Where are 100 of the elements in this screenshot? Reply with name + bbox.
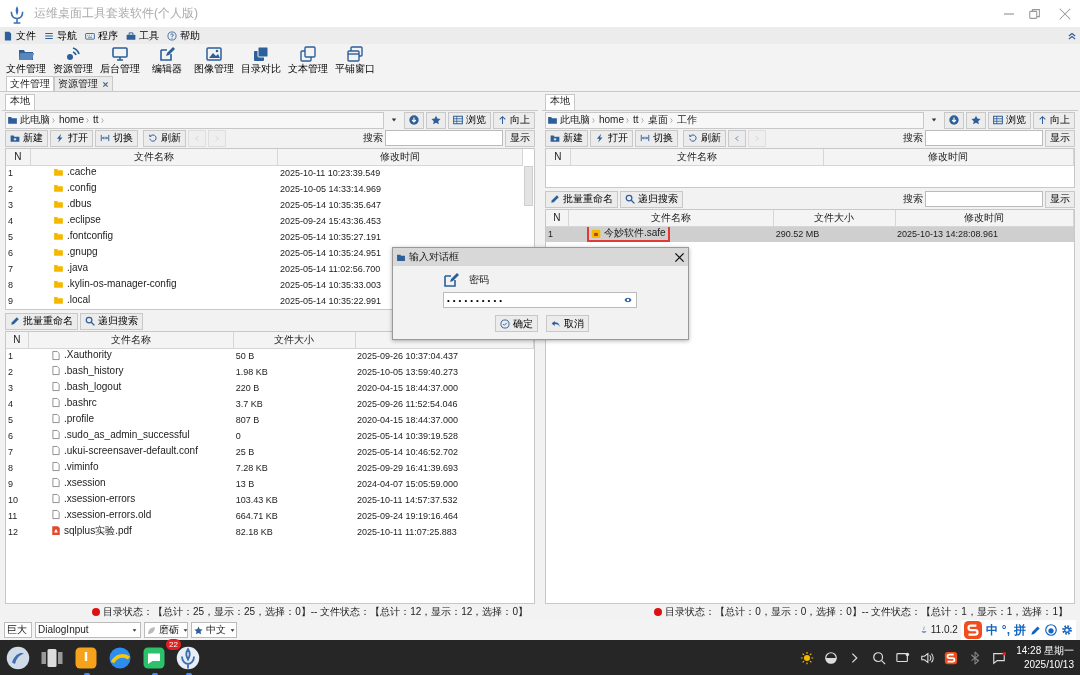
document-tab[interactable]: 资源管理 bbox=[54, 76, 113, 91]
toolbar-button[interactable]: 图像管理 bbox=[191, 44, 237, 76]
ime-indicator[interactable]: 拼 bbox=[1014, 622, 1026, 638]
notification-icon[interactable] bbox=[992, 650, 1007, 665]
menu-item[interactable]: 程序 bbox=[85, 29, 118, 42]
file-row[interactable]: 2 .bash_history 1.98 KB 2025-10-05 13:59:40.273 bbox=[6, 364, 534, 380]
toolbar-button[interactable]: 后台管理 bbox=[97, 44, 143, 76]
toolbar-button[interactable]: 批量重命名 bbox=[5, 312, 78, 330]
menu-item[interactable]: 文件 bbox=[3, 29, 36, 42]
row-number: 5 bbox=[8, 414, 13, 425]
clock-date[interactable]: 2025/10/13 bbox=[1016, 657, 1074, 671]
breadcrumb-item[interactable]: 此电脑 bbox=[20, 114, 50, 126]
toolbar-button[interactable]: 打开 bbox=[50, 129, 93, 147]
taskbar-app[interactable] bbox=[6, 644, 30, 671]
file-row[interactable]: 11 .xsession-errors.old 664.71 KB 2025-09-24 19:19:16.464 bbox=[6, 508, 534, 524]
select-field[interactable]: 巨大 bbox=[4, 622, 32, 638]
breadcrumb-item[interactable]: home bbox=[599, 114, 624, 126]
toolbar-button[interactable]: 编辑器 bbox=[144, 44, 190, 76]
browse-button[interactable]: 浏览 bbox=[988, 111, 1031, 129]
toolbar-button[interactable]: 切换 bbox=[95, 129, 138, 147]
favorite-button[interactable] bbox=[966, 111, 986, 129]
ime-toolbar[interactable]: 中 °, 拼 bbox=[960, 620, 1076, 640]
select-field[interactable]: 磨砺 bbox=[144, 622, 188, 638]
column-header[interactable]: 修改时间 bbox=[964, 211, 1005, 223]
column-header[interactable]: 修改时间 bbox=[380, 150, 421, 162]
document-tab[interactable]: 文件管理 bbox=[6, 76, 54, 91]
column-header[interactable]: 文件名称 bbox=[650, 211, 691, 223]
search-field[interactable] bbox=[925, 191, 1043, 207]
menu-item[interactable]: 帮助 bbox=[167, 29, 200, 42]
ime-indicator[interactable]: 中 bbox=[985, 622, 998, 638]
password-field[interactable]: •••••••••• bbox=[443, 292, 637, 308]
brightness-icon[interactable] bbox=[800, 650, 815, 665]
show-button[interactable]: 显示 bbox=[505, 129, 535, 147]
toolbar-button[interactable]: 文本管理 bbox=[285, 44, 331, 76]
column-header[interactable]: 文件名称 bbox=[110, 333, 151, 345]
toolbar-button[interactable]: 新建 bbox=[545, 129, 588, 147]
show-button[interactable]: 显示 bbox=[1045, 190, 1075, 208]
network-icon[interactable] bbox=[896, 650, 911, 665]
file-row[interactable]: 8 .viminfo 7.28 KB 2025-09-29 16:41:39.693 bbox=[6, 460, 534, 476]
file-row[interactable]: 5 .profile 807 B 2020-04-15 18:44:37.000 bbox=[6, 412, 534, 428]
toolbar-button[interactable]: 刷新 bbox=[143, 129, 186, 147]
download-button[interactable] bbox=[944, 111, 964, 129]
search-field[interactable] bbox=[385, 130, 503, 146]
toolbar-button[interactable]: 批量重命名 bbox=[545, 190, 618, 208]
cancel-button[interactable]: 取消 bbox=[546, 315, 589, 332]
ime-indicator[interactable]: °, bbox=[1001, 622, 1010, 638]
favorite-button[interactable] bbox=[426, 111, 446, 129]
breadcrumb-item[interactable]: 此电脑 bbox=[560, 114, 590, 126]
path-field[interactable]: 此电脑 home tt bbox=[5, 111, 384, 129]
breadcrumb-item[interactable]: 工作 bbox=[676, 114, 697, 126]
close-icon[interactable] bbox=[674, 251, 685, 263]
file-row[interactable]: 6 .sudo_as_admin_successful 0 2025-05-14 10:39:19.528 bbox=[6, 428, 534, 444]
check-circle-icon bbox=[500, 318, 510, 329]
toolbar-button[interactable]: 打开 bbox=[590, 129, 633, 147]
menu-item[interactable]: 工具 bbox=[126, 29, 159, 42]
menu-item[interactable]: 导航 bbox=[44, 29, 77, 42]
file-row[interactable]: 12 sqlplus实验.pdf 82.18 KB 2025-10-11 11:07:25.883 bbox=[6, 524, 534, 540]
toolbar-button[interactable]: 资源管理 bbox=[50, 44, 96, 76]
search-icon[interactable] bbox=[872, 650, 887, 665]
breadcrumb-item[interactable]: tt bbox=[633, 114, 639, 126]
file-row[interactable]: 3 .bash_logout 220 B 2020-04-15 18:44:37.000 bbox=[6, 380, 534, 396]
toolbar-button[interactable]: 文件管理 bbox=[3, 44, 49, 76]
file-row[interactable]: 1 今妙软件.safe 290.52 MB 2025-10-13 14:28:08.961 bbox=[546, 226, 1074, 242]
volume-icon[interactable] bbox=[920, 650, 935, 665]
breadcrumb-item[interactable]: home bbox=[59, 114, 84, 126]
file-row[interactable]: 4 .bashrc 3.7 KB 2025-09-26 11:52:54.046 bbox=[6, 396, 534, 412]
up-button[interactable]: 向上 bbox=[1033, 111, 1075, 129]
file-row[interactable]: 1 .Xauthority 50 B 2025-09-26 10:37:04.437 bbox=[6, 348, 534, 364]
file-row[interactable]: 9 .xsession 13 B 2024-04-07 15:05:59.000 bbox=[6, 476, 534, 492]
toolbar-button[interactable]: 递归搜索 bbox=[80, 312, 143, 330]
breadcrumb-item[interactable]: 桌面 bbox=[647, 114, 668, 126]
panel-tab[interactable]: 本地 bbox=[545, 94, 575, 110]
panel-tab[interactable]: 本地 bbox=[5, 94, 35, 110]
scrollbar[interactable] bbox=[524, 166, 533, 206]
download-button[interactable] bbox=[404, 111, 424, 129]
toolbar-button[interactable]: 新建 bbox=[5, 129, 48, 147]
toolbar-button[interactable]: 目录对比 bbox=[238, 44, 284, 76]
column-header[interactable]: 文件名称 bbox=[676, 150, 717, 162]
ok-button[interactable]: 确定 bbox=[495, 315, 538, 332]
toolbar-button[interactable]: 递归搜索 bbox=[620, 190, 683, 208]
file-row[interactable]: 7 .ukui-screensaver-default.conf 25 B 2025-05-14 10:46:52.702 bbox=[6, 444, 534, 460]
file-row[interactable]: 10 .xsession-errors 103.43 KB 2025-10-11 14:57:37.532 bbox=[6, 492, 534, 508]
toolbar-button[interactable]: 平铺窗口 bbox=[332, 44, 378, 76]
column-header[interactable]: 文件名称 bbox=[133, 150, 174, 162]
column-header[interactable]: 修改时间 bbox=[928, 150, 969, 162]
file-name: .viminfo bbox=[64, 460, 99, 473]
ime-logo-icon[interactable] bbox=[944, 650, 959, 665]
toolbar-button[interactable]: 切换 bbox=[635, 129, 678, 147]
toolbar-button[interactable]: 刷新 bbox=[683, 129, 726, 147]
select-field[interactable]: 中文 bbox=[191, 622, 237, 638]
theme-icon[interactable] bbox=[824, 650, 839, 665]
breadcrumb-item[interactable]: tt bbox=[93, 114, 99, 126]
browse-button[interactable]: 浏览 bbox=[448, 111, 491, 129]
up-button[interactable]: 向上 bbox=[493, 111, 535, 129]
path-field[interactable]: 此电脑 home tt 桌面 工作 bbox=[545, 111, 924, 129]
show-button[interactable]: 显示 bbox=[1045, 129, 1075, 147]
keyboard-icon bbox=[85, 30, 95, 41]
select-field[interactable]: DialogInput bbox=[35, 622, 141, 638]
clock-time[interactable]: 14:28 星期一 bbox=[1016, 644, 1074, 658]
search-field[interactable] bbox=[925, 130, 1043, 146]
